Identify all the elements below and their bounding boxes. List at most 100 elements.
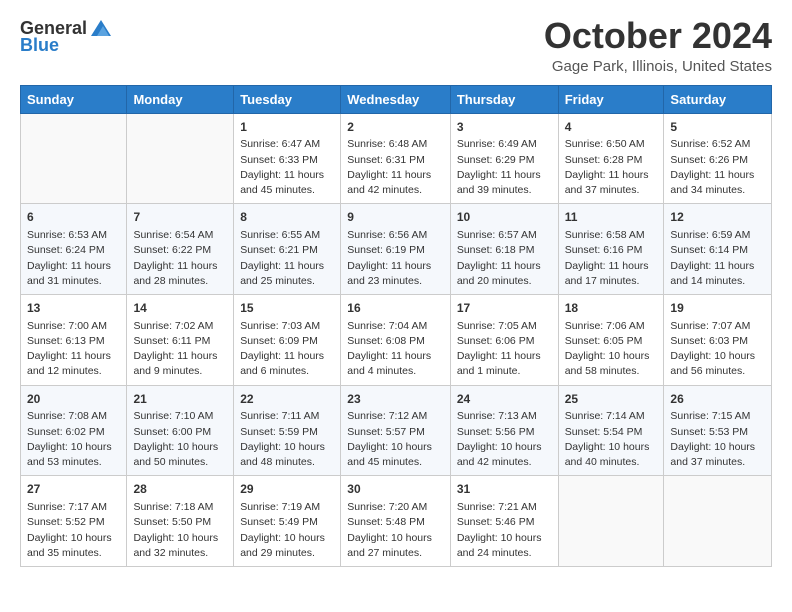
day-number: 16 bbox=[347, 300, 444, 317]
location-title: Gage Park, Illinois, United States bbox=[544, 58, 772, 75]
day-detail: Sunrise: 7:05 AMSunset: 6:06 PMDaylight:… bbox=[457, 319, 552, 380]
table-row: 29Sunrise: 7:19 AMSunset: 5:49 PMDayligh… bbox=[234, 476, 341, 567]
logo-area: General Blue bbox=[20, 16, 113, 56]
sunset-text: Sunset: 5:59 PM bbox=[240, 426, 318, 438]
table-row: 1Sunrise: 6:47 AMSunset: 6:33 PMDaylight… bbox=[234, 113, 341, 204]
sunset-text: Sunset: 5:53 PM bbox=[670, 426, 748, 438]
sunset-text: Sunset: 5:48 PM bbox=[347, 516, 425, 528]
sunrise-text: Sunrise: 6:59 AM bbox=[670, 229, 750, 241]
day-detail: Sunrise: 7:21 AMSunset: 5:46 PMDaylight:… bbox=[457, 500, 552, 561]
day-number: 28 bbox=[133, 481, 227, 498]
day-number: 5 bbox=[670, 119, 765, 136]
sunset-text: Sunset: 6:21 PM bbox=[240, 244, 318, 256]
table-row: 20Sunrise: 7:08 AMSunset: 6:02 PMDayligh… bbox=[21, 385, 127, 476]
sunset-text: Sunset: 6:02 PM bbox=[27, 426, 105, 438]
sunset-text: Sunset: 5:54 PM bbox=[565, 426, 643, 438]
table-row: 30 Sunrise: 7:20 AMSunset: 5:48 PMDayligh… bbox=[341, 476, 451, 567]
table-row: 23Sunrise: 7:12 AMSunset: 5:57 PMDayligh… bbox=[341, 385, 451, 476]
sunset-text: Sunset: 6:28 PM bbox=[565, 154, 643, 166]
sunrise-text: Sunrise: 6:54 AM bbox=[133, 229, 213, 241]
day-number: 25 bbox=[565, 391, 658, 408]
daylight-text: Daylight: 10 hours and 42 minutes. bbox=[457, 441, 542, 468]
daylight-text: Daylight: 11 hours and 17 minutes. bbox=[565, 260, 649, 287]
table-row: 9Sunrise: 6:56 AMSunset: 6:19 PMDaylight… bbox=[341, 204, 451, 295]
sunrise-text: Sunrise: 6:57 AM bbox=[457, 229, 537, 241]
title-area: October 2024 Gage Park, Illinois, United… bbox=[544, 16, 772, 75]
col-sunday: Sunday bbox=[21, 85, 127, 113]
day-number: 15 bbox=[240, 300, 334, 317]
sunrise-text: Sunrise: 6:47 AM bbox=[240, 138, 320, 150]
day-number: 19 bbox=[670, 300, 765, 317]
sunrise-text: Sunrise: 6:52 AM bbox=[670, 138, 750, 150]
day-number: 11 bbox=[565, 209, 658, 226]
logo-icon bbox=[89, 16, 113, 40]
sunset-text: Sunset: 6:14 PM bbox=[670, 244, 748, 256]
day-number: 9 bbox=[347, 209, 444, 226]
table-row: 25Sunrise: 7:14 AMSunset: 5:54 PMDayligh… bbox=[558, 385, 664, 476]
daylight-text: Daylight: 11 hours and 9 minutes. bbox=[133, 350, 217, 377]
day-detail: Sunrise: 7:07 AMSunset: 6:03 PMDaylight:… bbox=[670, 319, 765, 380]
daylight-text: Daylight: 11 hours and 12 minutes. bbox=[27, 350, 111, 377]
day-detail: Sunrise: 7:04 AMSunset: 6:08 PMDaylight:… bbox=[347, 319, 444, 380]
day-detail: Sunrise: 7:08 AMSunset: 6:02 PMDaylight:… bbox=[27, 409, 120, 470]
day-detail: Sunrise: 7:17 AMSunset: 5:52 PMDaylight:… bbox=[27, 500, 120, 561]
sunrise-text: Sunrise: 7:04 AM bbox=[347, 320, 427, 332]
day-number: 6 bbox=[27, 209, 120, 226]
calendar-week-row: 20Sunrise: 7:08 AMSunset: 6:02 PMDayligh… bbox=[21, 385, 772, 476]
table-row bbox=[21, 113, 127, 204]
day-number: 14 bbox=[133, 300, 227, 317]
day-detail: Sunrise: 6:55 AMSunset: 6:21 PMDaylight:… bbox=[240, 228, 334, 289]
sunrise-text: Sunrise: 7:03 AM bbox=[240, 320, 320, 332]
sunrise-text: Sunrise: 6:56 AM bbox=[347, 229, 427, 241]
day-detail: Sunrise: 7:12 AMSunset: 5:57 PMDaylight:… bbox=[347, 409, 444, 470]
daylight-text: Daylight: 11 hours and 37 minutes. bbox=[565, 169, 649, 196]
daylight-text: Daylight: 10 hours and 45 minutes. bbox=[347, 441, 432, 468]
sunset-text: Sunset: 6:03 PM bbox=[670, 335, 748, 347]
sunrise-text: Sunrise: 6:50 AM bbox=[565, 138, 645, 150]
sunset-text: Sunset: 6:11 PM bbox=[133, 335, 210, 347]
daylight-text: Daylight: 11 hours and 1 minute. bbox=[457, 350, 541, 377]
daylight-text: Daylight: 10 hours and 50 minutes. bbox=[133, 441, 218, 468]
daylight-text: Daylight: 10 hours and 32 minutes. bbox=[133, 532, 218, 559]
sunrise-text: Sunrise: 7:02 AM bbox=[133, 320, 213, 332]
day-number: 3 bbox=[457, 119, 552, 136]
table-row: 28Sunrise: 7:18 AMSunset: 5:50 PMDayligh… bbox=[127, 476, 234, 567]
sunset-text: Sunset: 6:31 PM bbox=[347, 154, 425, 166]
calendar-table: Sunday Monday Tuesday Wednesday Thursday… bbox=[20, 85, 772, 567]
day-detail: Sunrise: 7:02 AM Sunset: 6:11 PM Daylight:… bbox=[133, 319, 227, 380]
table-row: 14 Sunrise: 7:02 AM Sunset: 6:11 PM Dayligh… bbox=[127, 294, 234, 385]
table-row: 6 Sunrise: 6:53 AMSunset: 6:24 PMDaylight… bbox=[21, 204, 127, 295]
day-detail: Sunrise: 7:03 AMSunset: 6:09 PMDaylight:… bbox=[240, 319, 334, 380]
day-detail: Sunrise: 6:53 AMSunset: 6:24 PMDaylight:… bbox=[27, 228, 120, 289]
sunset-text: Sunset: 5:49 PM bbox=[240, 516, 318, 528]
day-number: 31 bbox=[457, 481, 552, 498]
sunrise-text: Sunrise: 7:14 AM bbox=[565, 410, 645, 422]
sunset-text: Sunset: 6:26 PM bbox=[670, 154, 748, 166]
table-row: 7Sunrise: 6:54 AMSunset: 6:22 PMDaylight… bbox=[127, 204, 234, 295]
sunset-text: Sunset: 5:57 PM bbox=[347, 426, 425, 438]
day-detail: Sunrise: 7:11 AMSunset: 5:59 PMDaylight:… bbox=[240, 409, 334, 470]
day-number: 27 bbox=[27, 481, 120, 498]
col-friday: Friday bbox=[558, 85, 664, 113]
table-row: 27 Sunrise: 7:17 AMSunset: 5:52 PMDayligh… bbox=[21, 476, 127, 567]
daylight-text: Daylight: 11 hours and 39 minutes. bbox=[457, 169, 541, 196]
daylight-text: Daylight: 11 hours and 14 minutes. bbox=[670, 260, 754, 287]
day-number: 4 bbox=[565, 119, 658, 136]
sunrise-text: Sunrise: 7:07 AM bbox=[670, 320, 750, 332]
daylight-text: Daylight: 11 hours and 34 minutes. bbox=[670, 169, 754, 196]
day-detail: Sunrise: 7:10 AMSunset: 6:00 PMDaylight:… bbox=[133, 409, 227, 470]
day-number: 30 bbox=[347, 481, 444, 498]
sunset-text: Sunset: 6:19 PM bbox=[347, 244, 425, 256]
day-detail: Sunrise: 7:20 AMSunset: 5:48 PMDaylight:… bbox=[347, 500, 444, 561]
daylight-text: Daylight: 11 hours and 42 minutes. bbox=[347, 169, 431, 196]
day-number: 18 bbox=[565, 300, 658, 317]
table-row: 3Sunrise: 6:49 AMSunset: 6:29 PMDaylight… bbox=[450, 113, 558, 204]
day-number: 20 bbox=[27, 391, 120, 408]
col-wednesday: Wednesday bbox=[341, 85, 451, 113]
day-number: 17 bbox=[457, 300, 552, 317]
daylight-text: Daylight: 10 hours and 37 minutes. bbox=[670, 441, 755, 468]
sunset-text: Sunset: 6:24 PM bbox=[27, 244, 105, 256]
day-number: 8 bbox=[240, 209, 334, 226]
table-row bbox=[127, 113, 234, 204]
sunset-text: Sunset: 5:56 PM bbox=[457, 426, 535, 438]
